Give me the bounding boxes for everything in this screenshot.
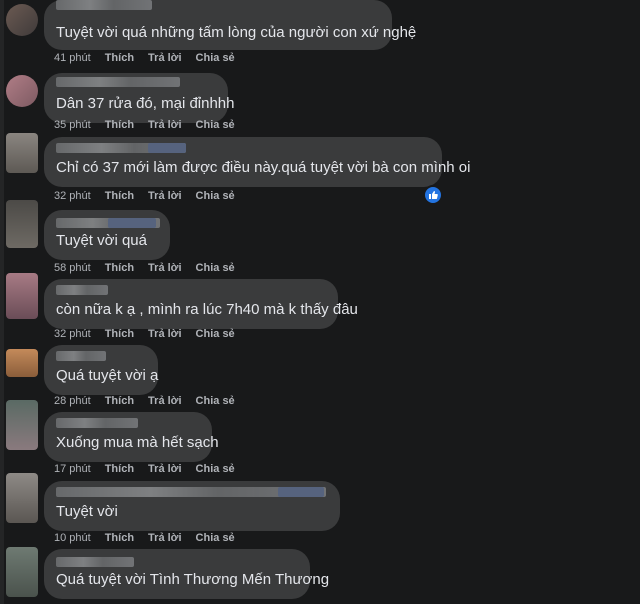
comment-time[interactable]: 17 phút	[54, 463, 91, 475]
like-button[interactable]: Thích	[105, 395, 134, 407]
comment-time[interactable]: 32 phút	[54, 328, 91, 340]
comment-time[interactable]: 32 phút	[54, 190, 91, 202]
comment-text: Xuống mua mà hết sạch	[56, 434, 219, 451]
reply-button[interactable]: Trả lời	[148, 119, 182, 131]
thread-line	[0, 0, 4, 604]
reply-button[interactable]: Trả lời	[148, 190, 182, 202]
like-button[interactable]: Thích	[105, 52, 134, 64]
comment-meta: 10 phút Thích Trả lời Chia sẻ	[54, 532, 249, 544]
author-name-redacted[interactable]	[56, 487, 326, 497]
author-name-redacted[interactable]	[56, 77, 180, 87]
avatar[interactable]	[6, 473, 38, 523]
comment-meta: 32 phút Thích Trả lời Chia sẻ	[54, 328, 249, 340]
author-name-redacted[interactable]	[56, 218, 160, 228]
share-button[interactable]: Chia sẻ	[196, 328, 235, 340]
avatar[interactable]	[6, 75, 38, 107]
share-button[interactable]: Chia sẻ	[196, 532, 235, 544]
share-button[interactable]: Chia sẻ	[196, 190, 235, 202]
comment-bubble: còn nữa k ạ , mình ra lúc 7h40 mà k thấy…	[44, 279, 358, 329]
comment-meta: 28 phút Thích Trả lời Chia sẻ	[54, 395, 249, 407]
avatar[interactable]	[6, 133, 38, 173]
comment-text: Dân 37 rửa đó, mại đỉnhhh	[56, 95, 235, 112]
comment-bubble: Chỉ có 37 mới làm được điều này.quá tuyệ…	[44, 137, 470, 187]
avatar[interactable]	[6, 4, 38, 36]
comment-meta: 58 phút Thích Trả lời Chia sẻ	[54, 262, 249, 274]
comment-bubble: Quá tuyệt vời Tình Thương Mến Thương	[44, 549, 329, 599]
author-name-redacted[interactable]	[56, 351, 106, 361]
comment-time[interactable]: 28 phút	[54, 395, 91, 407]
reply-button[interactable]: Trả lời	[148, 262, 182, 274]
comment-bubble: Xuống mua mà hết sạch	[44, 412, 219, 462]
comment-text: còn nữa k ạ , mình ra lúc 7h40 mà k thấy…	[56, 301, 358, 318]
comment-bubble: Tuyệt vời	[44, 481, 340, 531]
like-button[interactable]: Thích	[105, 532, 134, 544]
comment-time[interactable]: 41 phút	[54, 52, 91, 64]
share-button[interactable]: Chia sẻ	[196, 52, 235, 64]
like-reaction-icon[interactable]	[423, 185, 443, 205]
comment-meta: 41 phút Thích Trả lời Chia sẻ	[54, 52, 249, 64]
like-button[interactable]: Thích	[105, 190, 134, 202]
comment-bubble: Tuyệt vời quá	[44, 210, 170, 260]
comment-text: Tuyệt vời quá	[56, 232, 147, 249]
comment-bubble: Quá tuyệt vời ạ	[44, 345, 158, 395]
comment-time[interactable]: 35 phút	[54, 119, 91, 131]
comment-text: Tuyệt vời	[56, 503, 118, 520]
comment-text: Tuyệt vời quá những tấm lòng của người c…	[56, 24, 417, 41]
reply-button[interactable]: Trả lời	[148, 395, 182, 407]
comment-text: Quá tuyệt vời ạ	[56, 367, 159, 384]
comment-time[interactable]: 58 phút	[54, 262, 91, 274]
comment-meta: 35 phút Thích Trả lời Chia sẻ	[54, 119, 249, 131]
comment-bubble: Tuyệt vời quá những tấm lòng của người c…	[44, 0, 416, 50]
author-name-redacted[interactable]	[56, 418, 138, 428]
comment-text: Chỉ có 37 mới làm được điều này.quá tuyệ…	[56, 159, 471, 176]
like-button[interactable]: Thích	[105, 119, 134, 131]
reply-button[interactable]: Trả lời	[148, 463, 182, 475]
share-button[interactable]: Chia sẻ	[196, 395, 235, 407]
comment-bubble: Dân 37 rửa đó, mại đỉnhhh	[44, 73, 234, 123]
share-button[interactable]: Chia sẻ	[196, 119, 235, 131]
share-button[interactable]: Chia sẻ	[196, 463, 235, 475]
reply-button[interactable]: Trả lời	[148, 52, 182, 64]
like-button[interactable]: Thích	[105, 262, 134, 274]
avatar[interactable]	[6, 400, 38, 450]
avatar[interactable]	[6, 200, 38, 248]
share-button[interactable]: Chia sẻ	[196, 262, 235, 274]
reply-button[interactable]: Trả lời	[148, 532, 182, 544]
avatar[interactable]	[6, 547, 38, 597]
like-button[interactable]: Thích	[105, 328, 134, 340]
author-name-redacted[interactable]	[56, 0, 152, 10]
comment-text: Quá tuyệt vời Tình Thương Mến Thương	[56, 571, 330, 588]
avatar[interactable]	[6, 349, 38, 377]
author-name-redacted[interactable]	[56, 285, 108, 295]
reply-button[interactable]: Trả lời	[148, 328, 182, 340]
comment-meta: 17 phút Thích Trả lời Chia sẻ	[54, 463, 249, 475]
author-name-redacted[interactable]	[56, 143, 186, 153]
author-name-redacted[interactable]	[56, 557, 134, 567]
like-button[interactable]: Thích	[105, 463, 134, 475]
comment-time[interactable]: 10 phút	[54, 532, 91, 544]
comment-meta: 32 phút Thích Trả lời Chia sẻ	[54, 190, 249, 202]
avatar[interactable]	[6, 273, 38, 319]
